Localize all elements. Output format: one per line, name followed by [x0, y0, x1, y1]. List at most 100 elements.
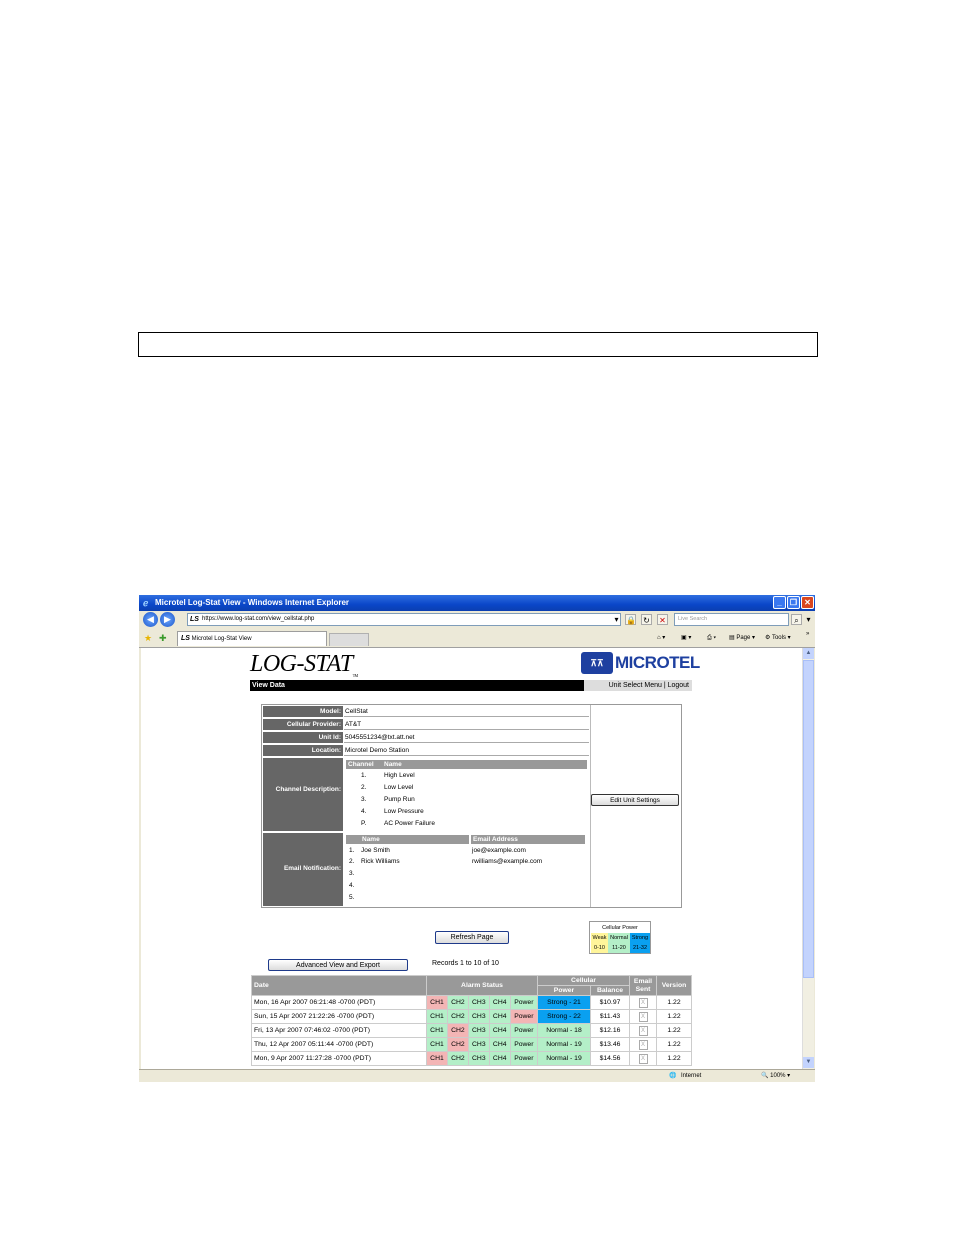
tab-favicon-icon: LS [181, 635, 190, 642]
logo-tm: TM [352, 673, 359, 678]
new-tab-button[interactable] [329, 633, 369, 646]
browser-window: ℯ Microtel Log-Stat View - Windows Inter… [139, 595, 815, 1082]
channel-name: High Level [384, 772, 415, 779]
scroll-up-icon[interactable]: ▲ [803, 648, 814, 659]
scroll-down-icon[interactable]: ▼ [803, 1057, 814, 1068]
email-sent-mark: X [638, 997, 648, 1008]
stop-icon[interactable]: ✕ [657, 614, 668, 625]
favorites-star-icon[interactable]: ★ [144, 633, 152, 644]
address-dropdown-icon[interactable]: ▾ [611, 614, 622, 625]
tab-bar: ★ ✚ LS Microtel Log-Stat View ⌂ ▾ ▣ ▾ ⎙ … [139, 629, 815, 648]
table-row: Mon, 16 Apr 2007 06:21:48 -0700 (PDT) CH1… [251, 995, 692, 1010]
feeds-icon[interactable]: ▣ ▾ [681, 633, 691, 643]
email-num: 2. [349, 858, 355, 865]
maximize-button[interactable]: ❐ [787, 596, 800, 609]
alarm-cell: CH3 [467, 1009, 490, 1024]
alarm-cell: CH2 [446, 1023, 469, 1038]
model-value: CellStat [344, 706, 589, 717]
add-favorites-icon[interactable]: ✚ [159, 633, 167, 644]
page-menu[interactable]: ▤ Page ▾ [729, 633, 755, 643]
home-icon[interactable]: ⌂ ▾ [657, 633, 665, 643]
table-row: Fri, 13 Apr 2007 07:46:02 -0700 (PDT) CH1… [251, 1023, 692, 1038]
cellular-header: Cellular [537, 975, 630, 986]
data-table: Date Alarm Status Cellular Email Sent Ve… [251, 975, 692, 1066]
address-bar[interactable]: LS https://www.log-stat.com/view_cellsta… [187, 613, 621, 626]
document-frame-box [138, 332, 818, 357]
row-date: Fri, 13 Apr 2007 07:46:02 -0700 (PDT) [251, 1023, 427, 1038]
edit-unit-settings-button[interactable]: Edit Unit Settings [591, 794, 679, 806]
row-email-sent: X [629, 1023, 657, 1038]
row-email-sent: X [629, 1051, 657, 1066]
alarm-cell: CH4 [488, 1051, 511, 1066]
ie-logo-icon: ℯ [143, 598, 149, 608]
page-content: LOG-STATTM ⊼⊼ MICROTEL View Data Unit Se… [141, 648, 802, 1069]
alarm-cell: CH1 [426, 995, 448, 1010]
email-address[interactable]: rwilliams@example.com [472, 858, 542, 865]
window-title: Microtel Log-Stat View - Windows Interne… [155, 598, 350, 607]
close-button[interactable]: ✕ [801, 596, 814, 609]
alarm-cell: CH2 [446, 995, 469, 1010]
row-email-sent: X [629, 1009, 657, 1024]
email-address[interactable]: joe@example.com [472, 847, 526, 854]
tools-menu[interactable]: ⚙ Tools ▾ [765, 633, 791, 643]
advanced-view-export-button[interactable]: Advanced View and Export [268, 959, 408, 971]
row-date: Mon, 16 Apr 2007 06:21:48 -0700 (PDT) [251, 995, 427, 1010]
channel-name: AC Power Failure [384, 820, 435, 827]
email-sent-header: Email Sent [629, 975, 657, 996]
back-button[interactable]: ◀ [143, 612, 158, 627]
balance-header: Balance [590, 985, 630, 996]
unit-menu-links[interactable]: Unit Select Menu | Logout [584, 680, 692, 691]
legend-strong-label: Strong [630, 933, 650, 943]
unitid-value: 5045551234@txt.att.net [344, 732, 589, 743]
email-name-col-header: Name [346, 835, 469, 844]
refresh-page-button[interactable]: Refresh Page [435, 931, 509, 944]
minimize-button[interactable]: _ [773, 596, 786, 609]
scroll-thumb[interactable] [803, 660, 814, 978]
channel-name: Low Level [384, 784, 414, 791]
print-icon[interactable]: ⎙ ▾ [707, 633, 716, 643]
row-version: 1.22 [656, 995, 692, 1010]
row-version: 1.22 [656, 1037, 692, 1052]
alarm-cell: Power [509, 1023, 539, 1038]
legend-strong-range: 21-32 [630, 943, 650, 953]
page-menu-label: Page [736, 635, 751, 641]
refresh-icon[interactable]: ↻ [641, 614, 652, 625]
legend-weak-label: Weak [591, 933, 608, 943]
microtel-logo: ⊼⊼ MICROTEL [581, 652, 700, 674]
tab-log-stat-view[interactable]: LS Microtel Log-Stat View [177, 631, 327, 646]
email-num: 4. [349, 882, 355, 889]
email-sent-mark: X [638, 1039, 648, 1050]
email-address-col-header: Email Address [471, 835, 585, 844]
alarm-status-header: Alarm Status [426, 975, 538, 996]
zoom-control[interactable]: 🔍 100% ▾ [761, 1070, 790, 1082]
row-power: Strong - 22 [537, 1009, 591, 1024]
chevron-more-icon[interactable]: » [806, 629, 809, 639]
channel-num: 4. [361, 808, 367, 815]
address-toolbar: ◀ ▶ LS https://www.log-stat.com/view_cel… [139, 611, 815, 629]
site-favicon-icon: LS [190, 616, 199, 623]
row-email-sent: X [629, 995, 657, 1010]
tab-label: Microtel Log-Stat View [191, 636, 252, 642]
vertical-scrollbar[interactable]: ▲ ▼ [802, 648, 814, 1069]
search-dropdown-icon[interactable]: ▾ [803, 614, 814, 625]
row-balance: $11.43 [590, 1009, 630, 1024]
legend-normal-label: Normal [608, 933, 630, 943]
row-power: Normal - 18 [537, 1023, 591, 1038]
forward-button[interactable]: ▶ [160, 612, 175, 627]
lock-icon[interactable]: 🔒 [625, 614, 636, 625]
channel-num: 1. [361, 772, 367, 779]
alarm-cell: CH4 [488, 1009, 511, 1024]
legend-weak-range: 0-10 [591, 943, 608, 953]
search-icon[interactable]: ⌕ [791, 614, 802, 625]
search-input[interactable]: Live Search [674, 613, 789, 626]
version-header: Version [656, 975, 692, 996]
alarm-cell: CH3 [467, 1037, 490, 1052]
name-col-header: Name [382, 760, 587, 769]
email-num: 1. [349, 847, 355, 854]
alarm-cell: Power [509, 1009, 539, 1024]
row-power: Strong - 21 [537, 995, 591, 1010]
location-label: Location: [263, 745, 343, 756]
records-count: Records 1 to 10 of 10 [432, 960, 499, 967]
alarm-cell: CH2 [446, 1009, 469, 1024]
alarm-cell: Power [509, 1037, 539, 1052]
